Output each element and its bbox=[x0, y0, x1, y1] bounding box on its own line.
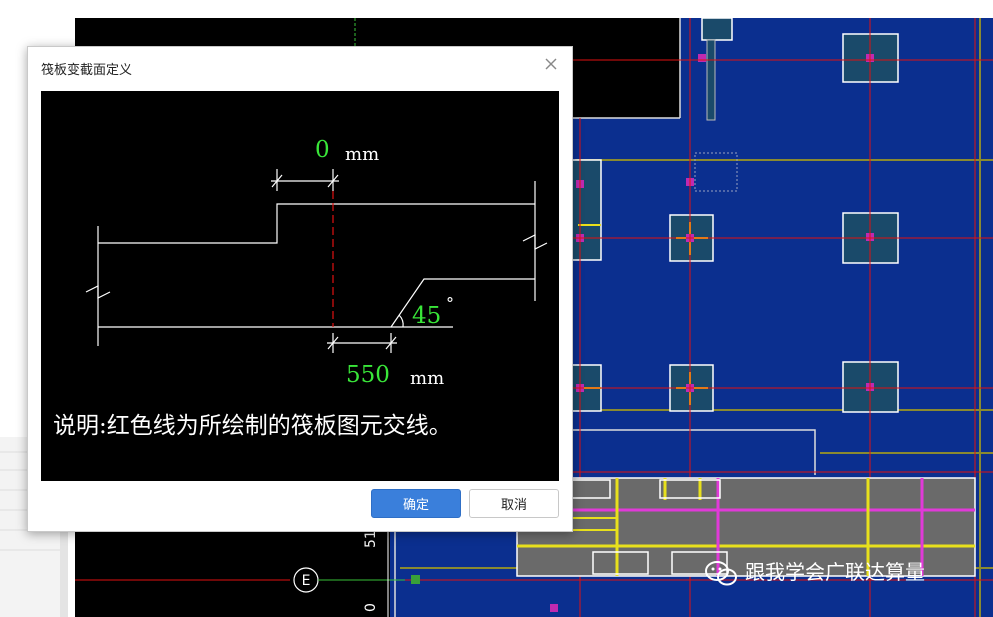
svg-text:51: 51 bbox=[363, 530, 379, 548]
watermark: 跟我学会广联达算量 bbox=[705, 560, 925, 586]
raft-section-dialog: 筏板变截面定义 0 mm 45 ° 550 mm 说明:红色线为所绘制的筏板图元… bbox=[27, 46, 573, 532]
diagram-note: 说明:红色线为所绘制的筏板图元交线。 bbox=[53, 413, 452, 439]
watermark-text: 跟我学会广联达算量 bbox=[745, 560, 925, 584]
top-offset-value[interactable]: 0 bbox=[315, 137, 330, 163]
dialog-title: 筏板变截面定义 bbox=[41, 63, 133, 78]
angle-unit: ° bbox=[446, 294, 454, 313]
close-icon[interactable] bbox=[542, 55, 560, 73]
cancel-button[interactable]: 取消 bbox=[469, 489, 559, 518]
left-break-symbol bbox=[85, 285, 111, 299]
svg-text:0: 0 bbox=[363, 603, 379, 612]
bottom-profile-line bbox=[98, 278, 535, 328]
angle-value[interactable]: 45 bbox=[412, 303, 441, 329]
bottom-offset-unit: mm bbox=[410, 368, 444, 389]
top-offset-unit: mm bbox=[345, 144, 379, 165]
wechat-icon bbox=[705, 561, 737, 586]
right-break-symbol bbox=[522, 234, 548, 250]
top-profile-line bbox=[98, 203, 535, 244]
bottom-offset-value[interactable]: 550 bbox=[346, 362, 390, 388]
section-diagram: 0 mm 45 ° 550 mm 说明:红色线为所绘制的筏板图元交线。 bbox=[41, 91, 559, 481]
ok-button[interactable]: 确定 bbox=[371, 489, 461, 518]
svg-text:E: E bbox=[302, 573, 311, 589]
